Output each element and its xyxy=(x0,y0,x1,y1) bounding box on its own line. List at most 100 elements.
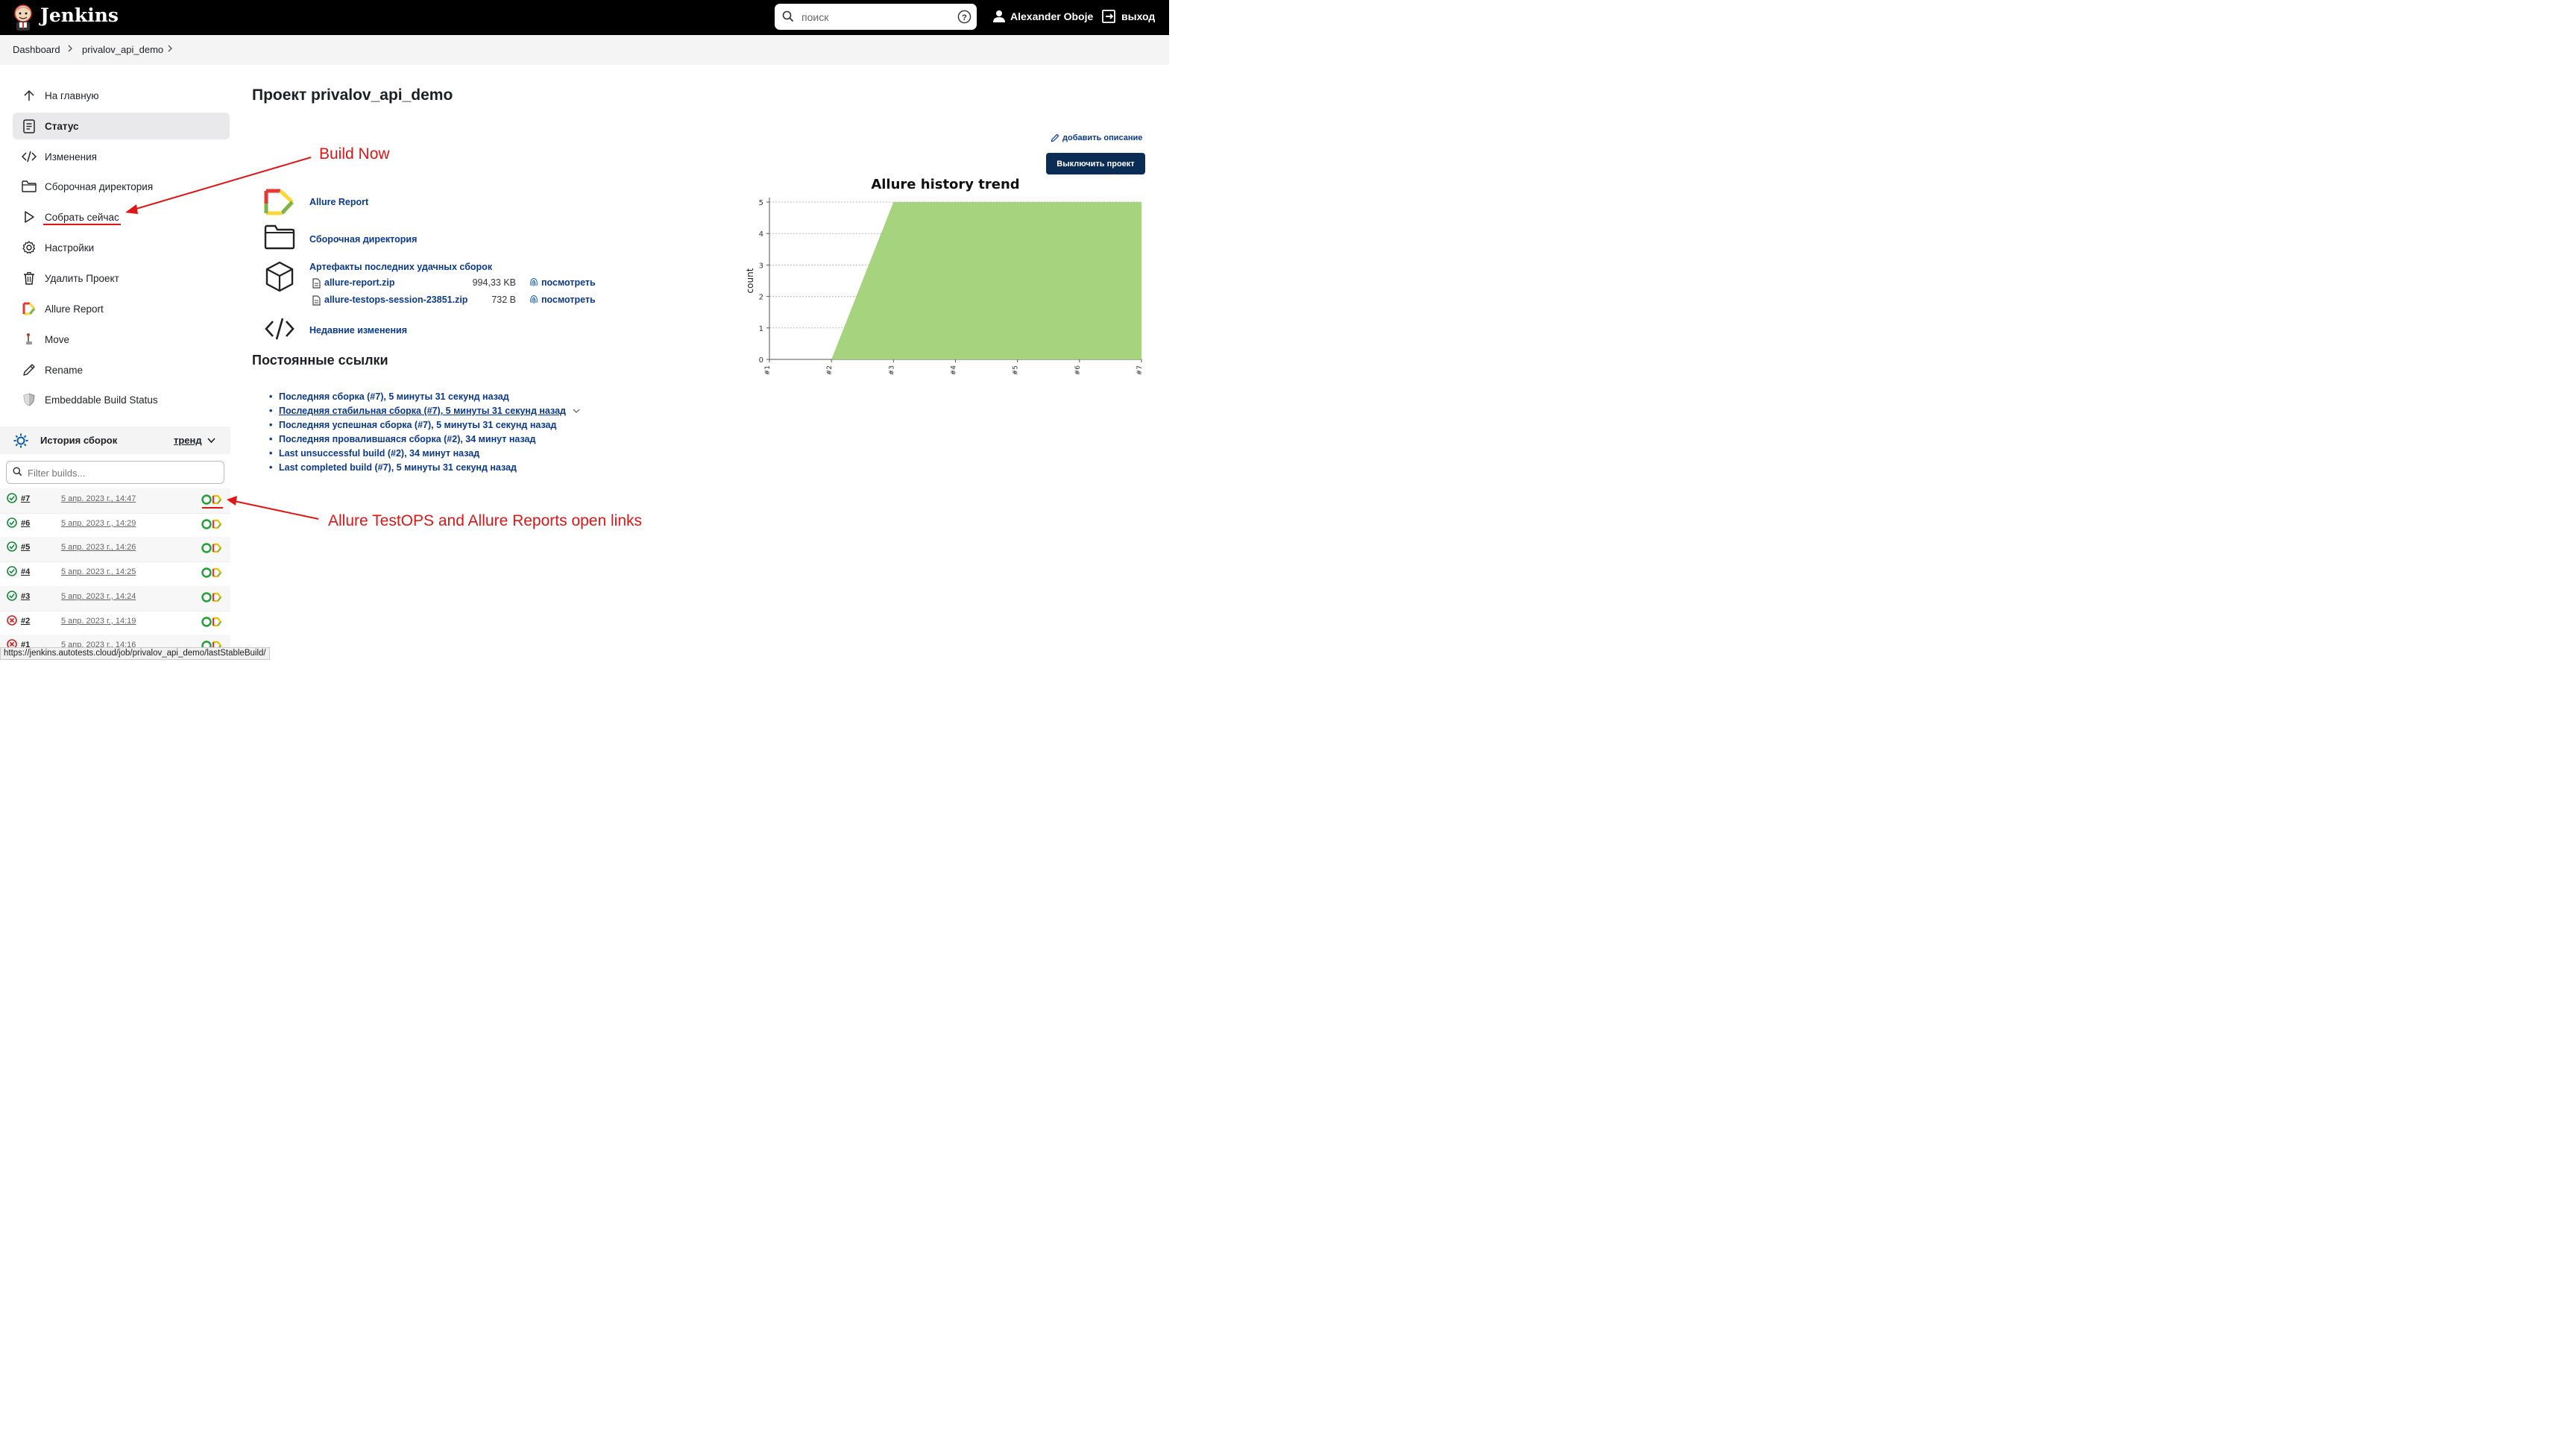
brand-title[interactable]: Jenkins xyxy=(40,4,119,26)
allure-report-icon[interactable] xyxy=(212,617,222,627)
build-row[interactable]: #4 5 апр. 2023 г., 14:25 xyxy=(0,561,230,588)
allure-testops-icon[interactable] xyxy=(201,592,212,602)
history-icon xyxy=(13,433,28,448)
allure-logo-icon[interactable] xyxy=(264,189,295,215)
sidebar-item-label: Сборочная директория xyxy=(45,180,154,192)
y-tick-label: 1 xyxy=(759,325,763,333)
build-number[interactable]: #4 xyxy=(21,567,30,576)
help-icon[interactable]: ? xyxy=(957,10,971,24)
allure-testops-icon[interactable] xyxy=(201,518,212,529)
file-icon xyxy=(312,278,321,289)
permalink-item[interactable]: Last completed build (#7), 5 минуты 31 с… xyxy=(269,462,517,473)
fingerprint-icon xyxy=(530,295,538,303)
allure-report-icon[interactable] xyxy=(212,519,222,529)
y-tick-label: 5 xyxy=(759,199,763,207)
sidebar-item-move[interactable]: Move xyxy=(13,326,230,353)
sidebar-item-embeddable-status[interactable]: Embeddable Build Status xyxy=(13,386,230,413)
sidebar-item-status[interactable]: Статус xyxy=(13,113,230,139)
x-tick-label: #1 xyxy=(764,365,772,375)
trend-link[interactable]: тренд xyxy=(174,435,202,446)
allure-testops-icon[interactable] xyxy=(201,494,212,505)
recent-changes-link[interactable]: Недавние изменения xyxy=(309,325,407,336)
y-tick-label: 3 xyxy=(759,262,763,270)
sidebar-item-workspace[interactable]: Сборочная директория xyxy=(13,173,230,200)
view-artifact-link[interactable]: посмотреть xyxy=(541,295,596,305)
package-icon xyxy=(265,261,294,292)
filter-builds-input[interactable] xyxy=(26,465,215,480)
breadcrumb-dashboard[interactable]: Dashboard xyxy=(13,44,60,55)
permalink-item[interactable]: Последняя успешная сборка (#7), 5 минуты… xyxy=(269,420,556,430)
artifact-link[interactable]: allure-report.zip xyxy=(324,277,394,288)
allure-report-icon[interactable] xyxy=(212,567,222,578)
x-tick-label: #3 xyxy=(888,365,895,375)
build-row[interactable]: #7 5 апр. 2023 г., 14:47 xyxy=(0,488,230,514)
sidebar-item-home[interactable]: На главную xyxy=(13,82,230,109)
y-axis-label: count xyxy=(745,268,755,293)
allure-testops-icon[interactable] xyxy=(201,616,212,627)
build-date[interactable]: 5 апр. 2023 г., 14:26 xyxy=(61,543,136,552)
chevron-right-icon[interactable] xyxy=(167,44,173,55)
sidebar-item-allure-report[interactable]: Allure Report xyxy=(13,295,230,322)
folder-icon[interactable] xyxy=(264,224,295,250)
build-row[interactable]: #3 5 апр. 2023 г., 14:24 xyxy=(0,585,230,611)
build-number[interactable]: #6 xyxy=(21,519,30,528)
annotation-arrow xyxy=(233,500,319,520)
success-icon xyxy=(7,566,17,576)
permalink-item[interactable]: Last unsuccessful build (#2), 34 минут н… xyxy=(269,448,479,459)
chevron-down-icon[interactable] xyxy=(207,438,215,444)
add-description-link[interactable]: добавить описание xyxy=(1051,133,1142,142)
workspace-link[interactable]: Сборочная директория xyxy=(309,234,417,245)
permalink-item[interactable]: Последняя провалившаяся сборка (#2), 34 … xyxy=(269,434,535,444)
build-date[interactable]: 5 апр. 2023 г., 14:24 xyxy=(61,592,136,601)
user-link[interactable]: Alexander Oboje xyxy=(992,10,1093,23)
build-number[interactable]: #3 xyxy=(21,592,30,601)
build-date[interactable]: 5 апр. 2023 г., 14:29 xyxy=(61,519,136,528)
pencil-icon xyxy=(21,362,37,378)
build-row[interactable]: #6 5 апр. 2023 г., 14:29 xyxy=(0,513,230,538)
allure-report-link[interactable]: Allure Report xyxy=(309,197,368,207)
sidebar-item-label: Статус xyxy=(45,120,79,132)
y-tick-label: 4 xyxy=(759,230,763,239)
jenkins-logo[interactable] xyxy=(12,3,34,31)
add-description-label: добавить описание xyxy=(1062,133,1143,142)
allure-report-icon[interactable] xyxy=(212,494,222,505)
build-number[interactable]: #5 xyxy=(21,543,30,552)
build-number[interactable]: #2 xyxy=(21,617,30,626)
permalink-item[interactable]: Последняя стабильная сборка (#7), 5 мину… xyxy=(269,406,580,416)
sidebar-item-label: Удалить Проект xyxy=(45,272,119,284)
build-date[interactable]: 5 апр. 2023 г., 14:19 xyxy=(61,617,136,626)
allure-report-icon[interactable] xyxy=(212,592,222,602)
allure-testops-icon[interactable] xyxy=(201,567,212,578)
user-icon xyxy=(993,10,1005,22)
sidebar-item-delete[interactable]: Удалить Проект xyxy=(13,265,230,292)
chevron-down-icon[interactable] xyxy=(573,409,580,414)
build-date[interactable]: 5 апр. 2023 г., 14:47 xyxy=(61,494,136,503)
sidebar-item-changes[interactable]: Изменения xyxy=(13,143,230,170)
artifact-size: 732 B xyxy=(491,295,516,305)
build-history-header: История сборок тренд xyxy=(0,427,230,454)
logout-icon xyxy=(1102,10,1115,23)
allure-testops-icon[interactable] xyxy=(201,543,212,554)
folder-icon xyxy=(21,178,37,195)
logout-link[interactable]: выход xyxy=(1102,10,1155,23)
y-tick-label: 2 xyxy=(759,294,763,302)
breadcrumb-project[interactable]: privalov_api_demo xyxy=(82,44,163,55)
status-bar-url: https://jenkins.autotests.cloud/job/priv… xyxy=(0,647,270,660)
allure-report-icon[interactable] xyxy=(212,543,222,553)
sidebar-item-label: Embeddable Build Status xyxy=(45,394,158,406)
permalink-item[interactable]: Последняя сборка (#7), 5 минуты 31 секун… xyxy=(269,391,509,402)
build-date[interactable]: 5 апр. 2023 г., 14:25 xyxy=(61,567,136,576)
artifact-link[interactable]: allure-testops-session-23851.zip xyxy=(324,295,467,305)
failed-icon xyxy=(7,614,17,626)
build-row[interactable]: #5 5 апр. 2023 г., 14:26 xyxy=(0,537,230,563)
search-input[interactable] xyxy=(800,8,952,26)
svg-text:?: ? xyxy=(962,13,967,22)
build-number[interactable]: #7 xyxy=(21,494,30,503)
build-row[interactable]: #2 5 апр. 2023 г., 14:19 xyxy=(0,611,230,636)
artifacts-link[interactable]: Артефакты последних удачных сборок xyxy=(309,262,492,272)
sidebar-item-label: Move xyxy=(45,333,70,345)
sidebar-item-settings[interactable]: Настройки xyxy=(13,234,230,261)
sidebar-item-rename[interactable]: Rename xyxy=(13,356,230,383)
view-artifact-link[interactable]: посмотреть xyxy=(541,277,596,288)
sidebar-item-build-now[interactable]: Собрать сейчас xyxy=(13,204,230,230)
